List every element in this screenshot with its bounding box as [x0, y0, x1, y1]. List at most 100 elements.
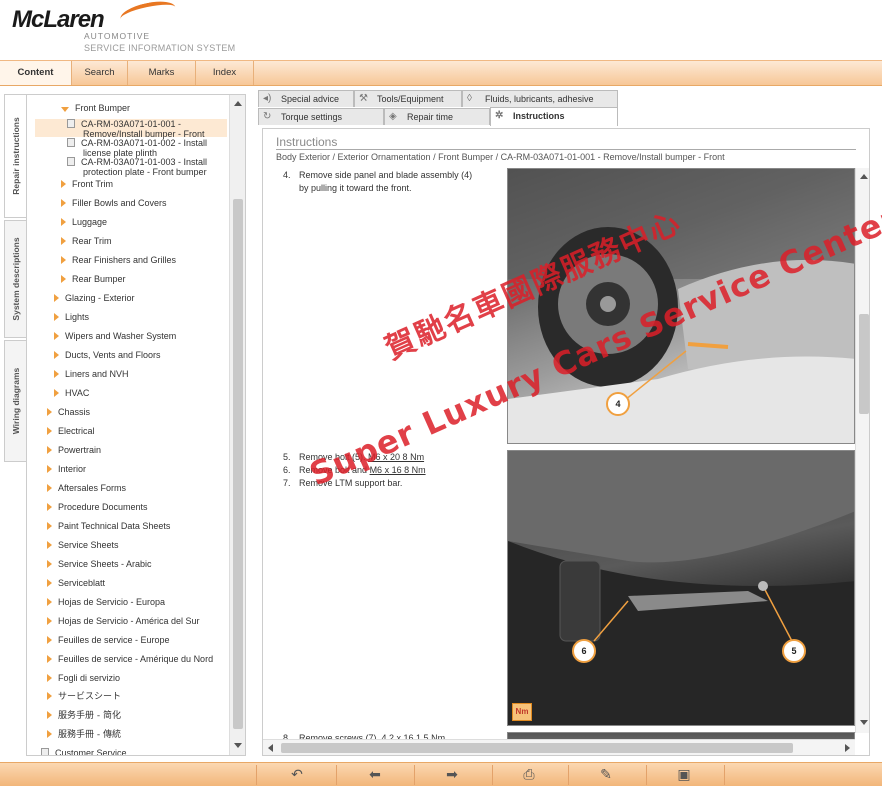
tree-item-level2[interactable]: Glazing - Exterior	[54, 289, 135, 307]
gears-icon: ✲	[495, 110, 504, 121]
tree-item-label: Liners and NVH	[65, 369, 129, 379]
figure-step-5-7[interactable]: 6 5 Nm	[507, 450, 855, 726]
figure-step-4[interactable]: 4	[507, 168, 855, 444]
tab-system-descriptions-label: System descriptions	[10, 237, 21, 321]
tree-item-level1[interactable]: サービスシート	[47, 688, 121, 706]
tree-item-level1[interactable]: Hojas de Servicio - Europa	[47, 593, 165, 611]
tree-item-label: サービスシート	[58, 692, 122, 702]
print-icon[interactable]: ⎙	[509, 765, 549, 785]
tree-item-level1[interactable]: 服务手册 - 简化	[47, 707, 121, 725]
tab-instructions[interactable]: ✲ Instructions	[490, 107, 618, 126]
tree-item-level3[interactable]: Rear Bumper	[61, 270, 126, 288]
tree-item-level1[interactable]: Service Sheets - Arabic	[47, 555, 152, 573]
tab-label: Torque settings	[281, 112, 343, 122]
nav-index[interactable]: Index	[196, 61, 254, 85]
collapsed-arrow-icon	[47, 465, 52, 473]
scroll-left-icon[interactable]	[268, 744, 273, 752]
nav-content[interactable]: Content	[0, 61, 72, 85]
tab-label: Tools/Equipment	[377, 94, 444, 104]
tree-item-customer-service[interactable]: Customer Service	[41, 744, 127, 755]
tree-item-level2[interactable]: Ducts, Vents and Floors	[54, 346, 161, 364]
previous-icon[interactable]: ⬅	[355, 765, 395, 785]
tree-item-level1[interactable]: Chassis	[47, 403, 90, 421]
tree-item-level3[interactable]: Filler Bowls and Covers	[61, 194, 167, 212]
scroll-down-icon[interactable]	[860, 720, 868, 725]
tree-item-level1[interactable]: Interior	[47, 460, 86, 478]
tree-item-level1[interactable]: Paint Technical Data Sheets	[47, 517, 170, 535]
tree-scrollbar-thumb[interactable]	[233, 199, 243, 729]
tree-item-level1[interactable]: 服務手冊 - 傳統	[47, 726, 121, 744]
tab-special-advice[interactable]: ◂) Special advice	[258, 90, 354, 107]
collapsed-arrow-icon	[54, 332, 59, 340]
tree-item-level1[interactable]: Procedure Documents	[47, 498, 148, 516]
tree-item-level1[interactable]: Fogli di servizio	[47, 669, 120, 687]
tab-tools-equipment[interactable]: ⚒ Tools/Equipment	[354, 90, 462, 107]
content-vertical-scrollbar[interactable]	[855, 168, 869, 733]
tab-wiring-diagrams[interactable]: Wiring diagrams	[4, 340, 26, 462]
scroll-up-icon[interactable]	[234, 101, 242, 106]
tree-item-label: Front Trim	[72, 179, 114, 189]
tree-item-level2[interactable]: HVAC	[54, 384, 89, 402]
callout-6: 6	[572, 639, 596, 663]
tab-repair-instructions[interactable]: Repair instructions	[4, 94, 26, 218]
back-icon[interactable]: ↶	[277, 765, 317, 785]
scroll-down-icon[interactable]	[234, 743, 242, 748]
collapsed-arrow-icon	[47, 674, 52, 682]
next-icon[interactable]: ➡	[432, 765, 472, 785]
collapsed-arrow-icon	[47, 579, 52, 587]
document-icon	[41, 748, 49, 755]
content-horizontal-scrollbar[interactable]	[263, 739, 855, 755]
tree-item-level1[interactable]: Service Sheets	[47, 536, 119, 554]
tab-fluids[interactable]: ◊ Fluids, lubricants, adhesive	[462, 90, 618, 107]
mclaren-logo: McLaren	[12, 6, 105, 33]
tree-item-label: Ducts, Vents and Floors	[65, 350, 161, 360]
tree-item-level1[interactable]: Hojas de Servicio - América del Sur	[47, 612, 200, 630]
pin-icon[interactable]: ✎	[586, 765, 626, 785]
torque-spec-link[interactable]: M6 x 20 8 Nm	[368, 452, 424, 462]
callout-4: 4	[606, 392, 630, 416]
tab-torque-settings[interactable]: ↻ Torque settings	[258, 108, 384, 125]
tree-item-level1[interactable]: Serviceblatt	[47, 574, 105, 592]
top-nav: Content Search Marks Index	[0, 60, 882, 86]
tree-doc-001[interactable]: CA-RM-03A071-01-001 - Remove/Install bum…	[67, 119, 205, 139]
tree-item-level1[interactable]: Feuilles de service - Amérique du Nord	[47, 650, 213, 668]
torque-spec-link[interactable]: M6 x 16 8 Nm	[370, 465, 426, 475]
tree-item-level1[interactable]: Powertrain	[47, 441, 101, 459]
tree-item-level2[interactable]: Wipers and Washer System	[54, 327, 176, 345]
tree-doc-003[interactable]: CA-RM-03A071-01-003 - Install protection…	[67, 157, 207, 177]
tree-item-level1[interactable]: Electrical	[47, 422, 95, 440]
tree-doc-label: CA-RM-03A071-01-003 - Install	[81, 157, 208, 167]
scroll-right-icon[interactable]	[845, 744, 850, 752]
scroll-up-icon[interactable]	[860, 174, 868, 179]
tree-item-level1[interactable]: Aftersales Forms	[47, 479, 126, 497]
tree-item-front-bumper[interactable]: Front Bumper	[61, 99, 130, 117]
step-number: 5.	[283, 452, 291, 462]
tree-item-level3[interactable]: Luggage	[61, 213, 107, 231]
tree-item-level3[interactable]: Rear Trim	[61, 232, 112, 250]
tree-item-level2[interactable]: Liners and NVH	[54, 365, 129, 383]
tree-doc-002[interactable]: CA-RM-03A071-01-002 - Install license pl…	[67, 138, 207, 158]
bottom-toolbar: ↶ ⬅ ➡ ⎙ ✎ ▣	[0, 762, 882, 786]
tab-system-descriptions[interactable]: System descriptions	[4, 220, 26, 338]
tab-repair-time[interactable]: ◈ Repair time	[384, 108, 490, 125]
tree-item-level3[interactable]: Front Trim	[61, 175, 113, 193]
nav-marks[interactable]: Marks	[128, 61, 196, 85]
step-5: 5. Remove bolt (5). M6 x 20 8 Nm	[283, 451, 424, 464]
tree-item-level1[interactable]: Feuilles de service - Europe	[47, 631, 170, 649]
instructions-panel: Instructions Body Exterior / Exterior Or…	[262, 128, 870, 756]
content-vscroll-thumb[interactable]	[859, 314, 869, 414]
title-divider	[276, 149, 856, 150]
tree-scrollbar[interactable]	[229, 95, 245, 755]
tree-item-level3[interactable]: Rear Finishers and Grilles	[61, 251, 176, 269]
content-hscroll-thumb[interactable]	[281, 743, 793, 753]
collapsed-arrow-icon	[47, 617, 52, 625]
side-tabs: Repair instructions System descriptions …	[4, 94, 26, 464]
tree-item-level2[interactable]: Lights	[54, 308, 89, 326]
torque-nm-icon[interactable]: Nm	[512, 703, 532, 721]
tree-item-label: Paint Technical Data Sheets	[58, 521, 171, 531]
tab-label: Fluids, lubricants, adhesive	[485, 94, 594, 104]
window-icon[interactable]: ▣	[664, 765, 704, 785]
car-front-illustration	[508, 169, 854, 443]
nav-search[interactable]: Search	[72, 61, 128, 85]
content-title: Instructions	[276, 135, 338, 149]
